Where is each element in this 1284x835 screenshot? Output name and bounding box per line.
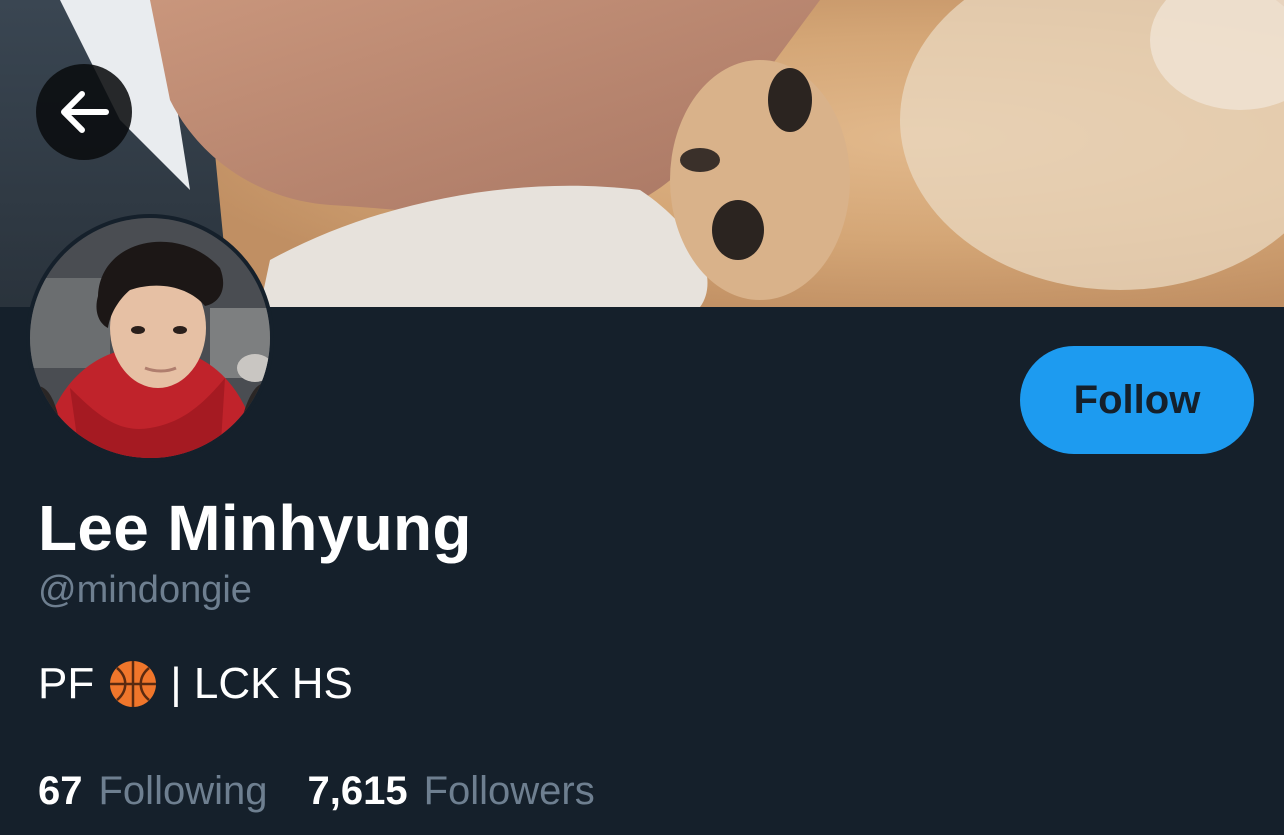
following-label: Following (98, 769, 268, 813)
back-button[interactable] (36, 64, 132, 160)
profile-page: Follow Lee Minhyung @mindongie PF | LCK … (0, 0, 1284, 835)
basketball-emoji (108, 659, 158, 709)
followers-label: Followers (423, 769, 595, 813)
followers-count: 7,615 (307, 769, 408, 813)
following-link[interactable]: 67 Following (38, 764, 267, 818)
profile-avatar[interactable] (26, 214, 274, 462)
following-count: 67 (38, 769, 83, 813)
bio-text-prefix: PF (38, 659, 95, 708)
arrow-left-icon (58, 90, 110, 134)
avatar-image (30, 218, 270, 458)
bio-text-suffix: | LCK HS (170, 659, 353, 708)
profile-handle: @mindongie (38, 569, 252, 611)
profile-stats: 67 Following 7,615 Followers (38, 764, 595, 818)
profile-bio: PF | LCK HS (38, 656, 353, 712)
profile-display-name: Lee Minhyung (38, 492, 472, 564)
followers-link[interactable]: 7,615 Followers (307, 764, 594, 818)
follow-button[interactable]: Follow (1020, 346, 1254, 454)
